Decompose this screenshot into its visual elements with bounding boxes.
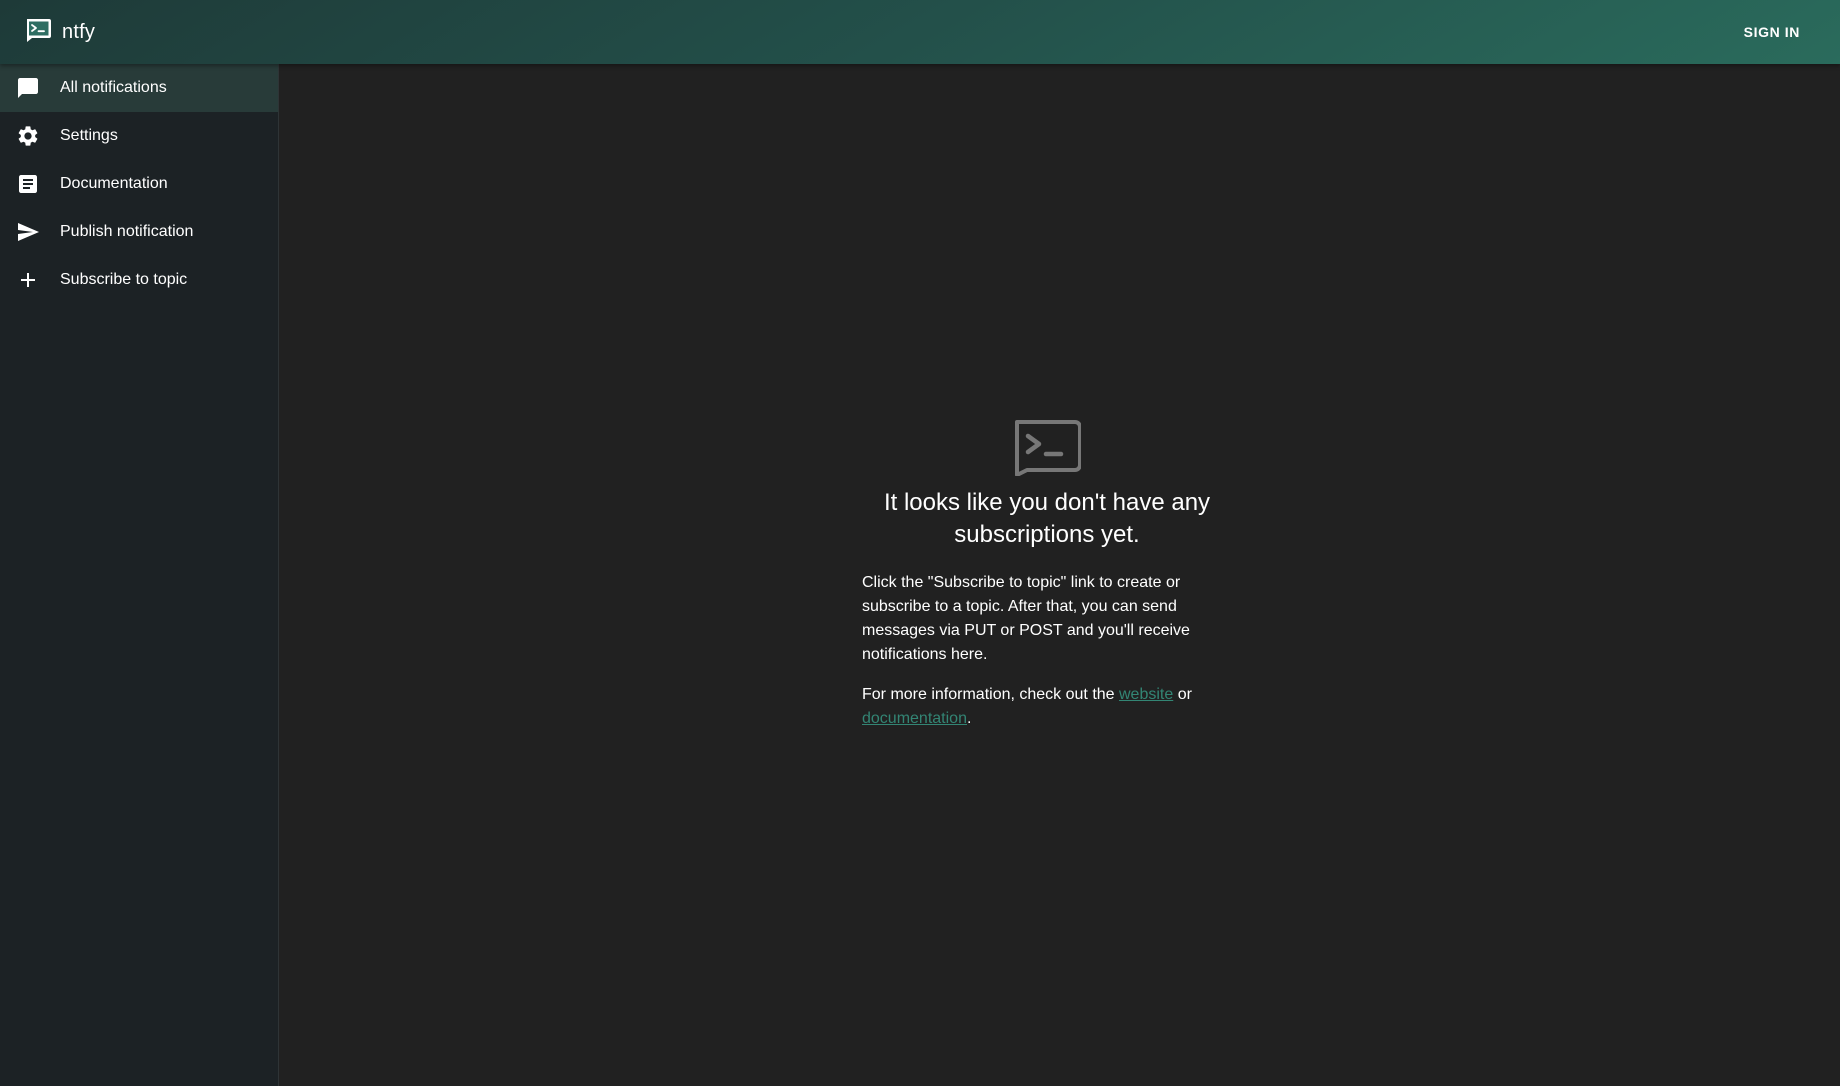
empty-state-heading: It looks like you don't have any subscri…: [883, 489, 1211, 548]
more-info-middle: or: [1173, 686, 1192, 703]
sidebar: All notifications Settings Documentation…: [0, 64, 279, 1086]
empty-state: It looks like you don't have any subscri…: [862, 420, 1232, 731]
ntfy-logo-icon: [24, 17, 52, 48]
documentation-link[interactable]: documentation: [862, 710, 967, 727]
app-brand[interactable]: ntfy: [24, 17, 95, 48]
sidebar-item-label: Subscribe to topic: [60, 271, 188, 288]
sidebar-item-subscribe-to-topic[interactable]: Subscribe to topic: [0, 256, 278, 304]
sidebar-item-documentation[interactable]: Documentation: [0, 160, 278, 208]
document-icon: [16, 172, 40, 196]
sidebar-item-publish-notification[interactable]: Publish notification: [0, 208, 278, 256]
empty-state-description: Click the "Subscribe to topic" link to c…: [862, 574, 1190, 663]
empty-state-more-info: For more information, check out the webs…: [862, 683, 1232, 731]
app-bar: ntfy SIGN IN: [0, 0, 1840, 64]
website-link[interactable]: website: [1119, 686, 1173, 703]
gear-icon: [16, 124, 40, 148]
sidebar-item-all-notifications[interactable]: All notifications: [0, 64, 278, 112]
send-icon: [16, 220, 40, 244]
main-content: It looks like you don't have any subscri…: [280, 64, 1840, 1086]
ntfy-logo-icon: [1013, 420, 1081, 476]
sidebar-item-label: Publish notification: [60, 223, 194, 240]
more-info-prefix: For more information, check out the: [862, 686, 1119, 703]
plus-icon: [16, 268, 40, 292]
sign-in-button[interactable]: SIGN IN: [1732, 16, 1812, 48]
sidebar-item-label: Settings: [60, 127, 118, 144]
more-info-suffix: .: [966, 710, 972, 727]
sidebar-item-label: Documentation: [60, 175, 168, 192]
chat-bubble-icon: [16, 76, 40, 100]
sidebar-item-settings[interactable]: Settings: [0, 112, 278, 160]
app-title: ntfy: [62, 20, 96, 43]
sidebar-item-label: All notifications: [60, 79, 167, 96]
